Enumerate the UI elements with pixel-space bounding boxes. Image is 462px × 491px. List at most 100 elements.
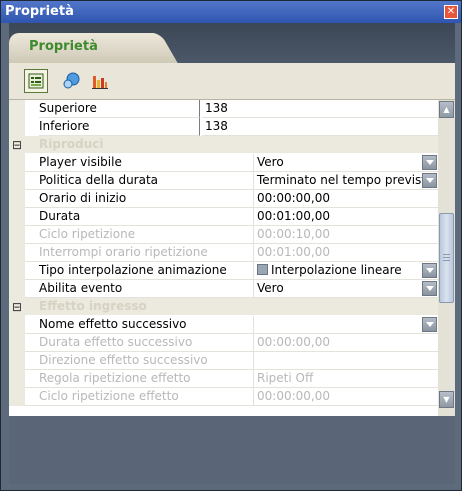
property-name: Interrompi orario ripetizione	[25, 244, 254, 262]
row-gutter	[9, 208, 25, 226]
category-label: Riproduci	[25, 136, 452, 153]
property-row[interactable]: Superiore 138	[9, 100, 441, 118]
property-name: Direzione effetto successivo	[25, 352, 254, 370]
property-value[interactable]: 00:01:00,00	[254, 244, 441, 262]
collapse-icon: ⊟	[11, 138, 23, 152]
property-value-select[interactable]: Vero	[254, 154, 441, 172]
property-row[interactable]: Orario di inizio 00:00:00,00	[9, 190, 441, 208]
property-value[interactable]: 00:00:00,00	[254, 190, 441, 208]
property-value-text: 00:01:00,00	[257, 209, 330, 223]
property-value[interactable]: 00:00:10,00	[254, 226, 441, 244]
property-value[interactable]	[254, 352, 441, 370]
property-name: Abilita evento	[25, 280, 254, 298]
property-row[interactable]: Direzione effetto successivo	[9, 352, 441, 370]
chevron-down-icon	[425, 268, 434, 273]
property-value[interactable]: 00:00:00,00	[254, 388, 441, 406]
dropdown-button[interactable]	[422, 173, 437, 188]
category-row[interactable]: ⊟ Effetto ingresso	[9, 298, 452, 316]
category-label: Effetto ingresso	[25, 298, 452, 315]
panel-footer	[9, 416, 455, 484]
property-value-select[interactable]	[254, 316, 441, 334]
property-value-text: Vero	[257, 281, 284, 295]
property-name: Politica della durata	[25, 172, 254, 190]
dropdown-button[interactable]	[422, 281, 437, 296]
property-row[interactable]: Regola ripetizione effetto Ripeti Off	[9, 370, 441, 388]
property-name: Orario di inizio	[25, 190, 254, 208]
property-value[interactable]: 00:01:00,00	[254, 208, 441, 226]
property-row[interactable]: Player visibile Vero	[9, 154, 441, 172]
property-grid: Superiore 138 Inferiore 138 ⊟ Riproduci Player…	[9, 100, 455, 416]
property-row[interactable]: Durata effetto successivo 00:00:00,00	[9, 334, 441, 352]
collapse-icon: ⊟	[11, 300, 23, 314]
property-row[interactable]: Abilita evento Vero	[9, 280, 441, 298]
property-value-text: 00:00:00,00	[257, 191, 330, 205]
dropdown-button[interactable]	[422, 317, 437, 332]
property-value-select[interactable]: Terminato nel tempo previsto	[254, 172, 441, 190]
property-value[interactable]: 138	[202, 100, 441, 118]
collapse-toggle[interactable]: ⊟	[9, 298, 25, 316]
property-name: Regola ripetizione effetto	[25, 370, 254, 388]
tab-properties[interactable]: Proprietà	[9, 33, 151, 63]
dropdown-button[interactable]	[422, 155, 437, 170]
properties-view-button[interactable]	[24, 69, 48, 93]
arrow-down-icon: ▼	[443, 395, 450, 404]
property-value-text: 00:00:00,00	[257, 389, 330, 403]
row-gutter	[9, 262, 25, 280]
grip-icon	[443, 253, 450, 263]
window-title: Proprietà	[5, 4, 74, 19]
vertical-scrollbar[interactable]: ▲ ▼	[438, 100, 455, 416]
property-row[interactable]: Politica della durata Terminato nel tempo…	[9, 172, 441, 190]
property-value-text: 138	[205, 119, 228, 133]
row-gutter	[9, 154, 25, 172]
row-gutter	[9, 172, 25, 190]
property-value-text: Interpolazione lineare	[271, 263, 402, 277]
collapse-toggle[interactable]: ⊟	[9, 136, 25, 154]
property-name: Inferiore	[39, 118, 200, 136]
chevron-down-icon	[425, 178, 434, 183]
property-name: Player visibile	[25, 154, 254, 172]
interpolation-icon	[257, 264, 268, 275]
property-value-select[interactable]: Vero	[254, 280, 441, 298]
property-value-text: Ripeti Off	[257, 371, 314, 385]
close-button[interactable]: ✕	[444, 5, 458, 19]
property-value-text: Vero	[257, 155, 284, 169]
row-gutter	[9, 244, 25, 262]
property-value[interactable]: 00:00:00,00	[254, 334, 441, 352]
property-name: Durata effetto successivo	[25, 334, 254, 352]
scroll-up-button[interactable]: ▲	[439, 101, 454, 118]
property-value[interactable]: 138	[202, 118, 441, 136]
category-row[interactable]: ⊟ Riproduci	[9, 136, 452, 154]
scroll-thumb[interactable]	[439, 213, 454, 303]
title-bar[interactable]: Proprietà ✕	[1, 1, 461, 23]
property-name: Ciclo ripetizione	[25, 226, 254, 244]
scroll-down-button[interactable]: ▼	[439, 391, 454, 408]
chart-view-button[interactable]	[88, 69, 112, 93]
shapes-icon	[63, 72, 80, 89]
property-value-text: 00:01:00,00	[257, 245, 330, 259]
property-value-text: 00:00:10,00	[257, 227, 330, 241]
row-gutter	[9, 334, 25, 352]
property-row[interactable]: Tipo interpolazione animazione Interpolaz…	[9, 262, 441, 280]
row-gutter	[9, 370, 25, 388]
row-gutter	[9, 100, 25, 118]
property-value-text: Terminato nel tempo previsto	[257, 173, 434, 187]
shapes-view-button[interactable]	[59, 69, 83, 93]
row-gutter	[9, 280, 25, 298]
property-row[interactable]: Interrompi orario ripetizione 00:01:00,00	[9, 244, 441, 262]
row-gutter	[9, 388, 25, 406]
property-row[interactable]: Durata 00:01:00,00	[9, 208, 441, 226]
property-row[interactable]: Ciclo ripetizione 00:00:10,00	[9, 226, 441, 244]
property-value[interactable]: Ripeti Off	[254, 370, 441, 388]
dropdown-button[interactable]	[422, 263, 437, 278]
property-value-text: 00:00:00,00	[257, 335, 330, 349]
property-name: Superiore	[39, 100, 200, 118]
property-row[interactable]: Nome effetto successivo	[9, 316, 441, 334]
row-gutter	[9, 316, 25, 334]
property-row[interactable]: Ciclo ripetizione effetto 00:00:00,00	[9, 388, 441, 406]
close-icon: ✕	[446, 6, 456, 17]
property-value-select[interactable]: Interpolazione lineare	[254, 262, 441, 280]
chevron-down-icon	[425, 322, 434, 327]
property-row[interactable]: Inferiore 138	[9, 118, 441, 136]
property-name: Ciclo ripetizione effetto	[25, 388, 254, 406]
properties-window: Proprietà ✕ Proprietà Superiore 138 Infe…	[0, 0, 462, 491]
